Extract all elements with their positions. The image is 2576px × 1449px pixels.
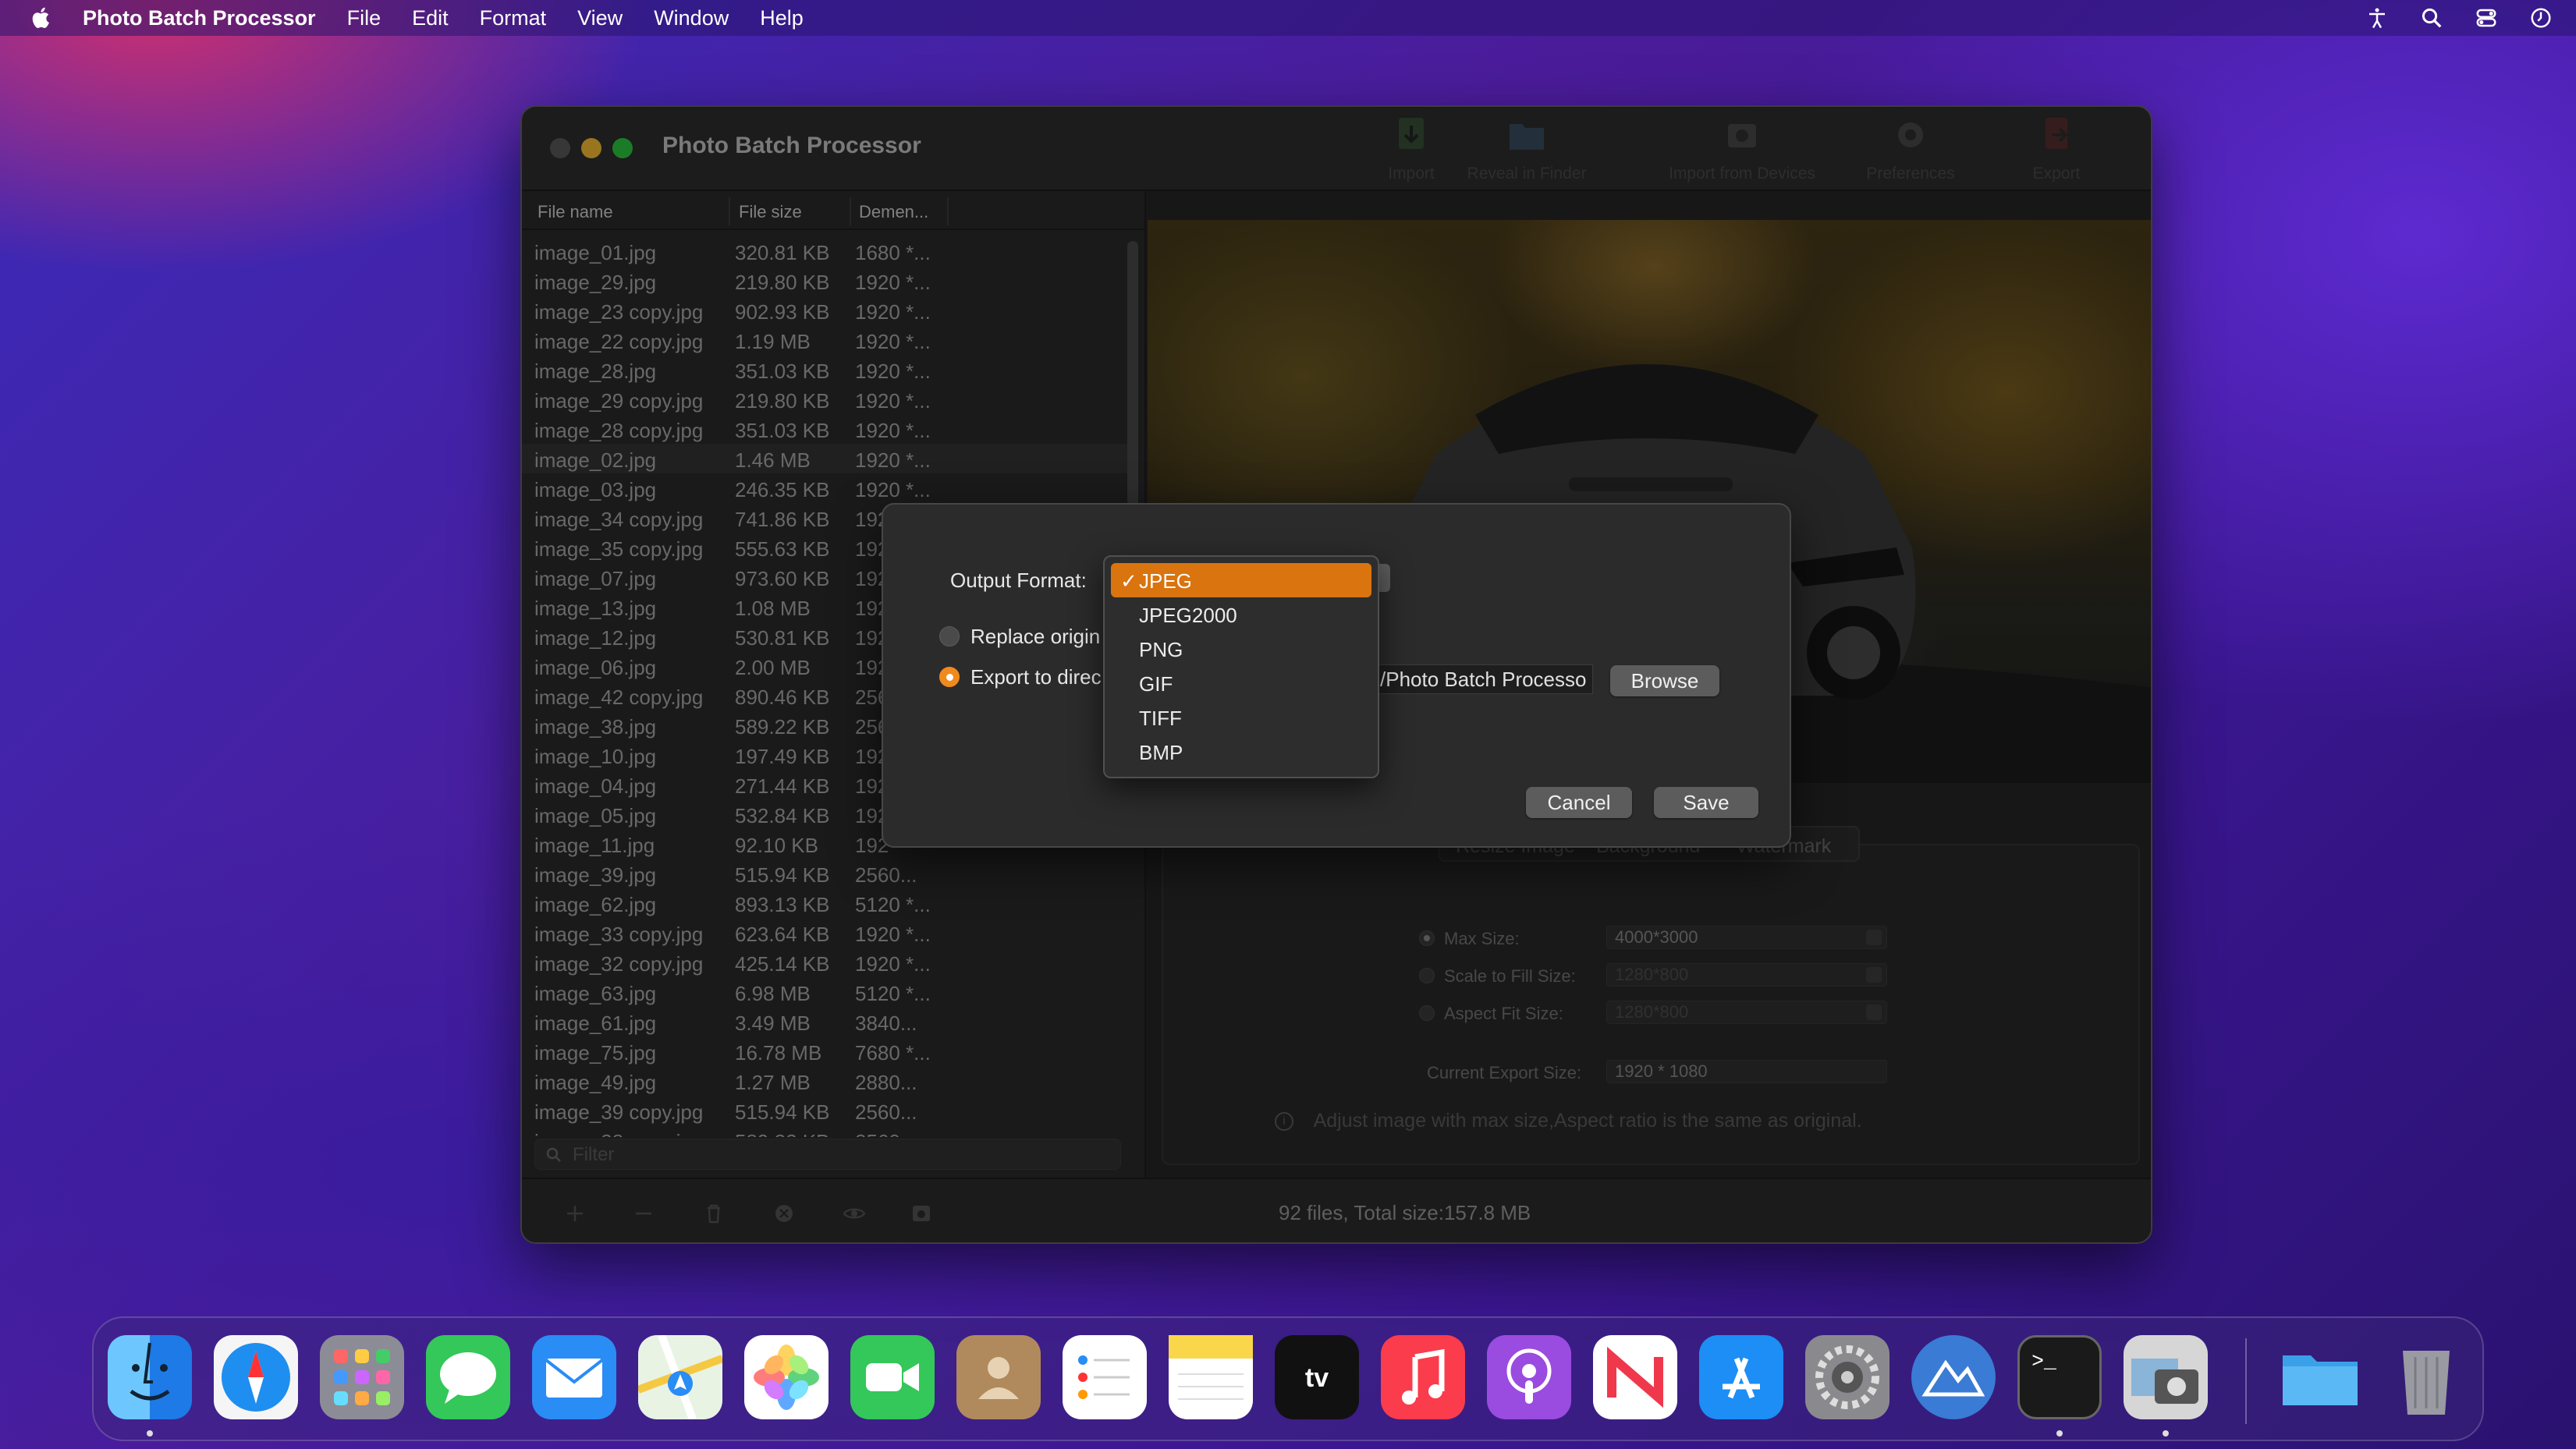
export-directory-radio[interactable] — [939, 667, 960, 687]
format-option-label: BMP — [1139, 741, 1183, 764]
dock-maps-icon[interactable] — [637, 1334, 724, 1421]
dock-podcasts-icon[interactable] — [1487, 1335, 1571, 1419]
format-option-label: PNG — [1139, 638, 1183, 661]
dock-running-indicator — [2163, 1430, 2169, 1437]
format-option-gif[interactable]: GIF — [1111, 666, 1371, 700]
svg-text:>_: >_ — [2031, 1350, 2056, 1373]
menu-edit[interactable]: Edit — [412, 6, 449, 30]
format-option-label: GIF — [1139, 672, 1173, 696]
dock-folder-icon[interactable] — [2278, 1335, 2362, 1419]
dock-music-icon[interactable] — [1381, 1335, 1465, 1419]
dock-news-icon[interactable] — [1593, 1335, 1677, 1419]
dock-tv-icon[interactable]: tv — [1275, 1335, 1359, 1419]
browse-button[interactable]: Browse — [1610, 665, 1719, 696]
export-path-field[interactable]: /Photo Batch Processo — [1376, 664, 1593, 694]
dock-running-indicator — [147, 1430, 153, 1437]
clock-icon[interactable] — [2529, 6, 2553, 30]
format-option-png[interactable]: PNG — [1111, 632, 1371, 666]
dock-finder-icon[interactable] — [108, 1335, 192, 1419]
cancel-button[interactable]: Cancel — [1526, 787, 1632, 818]
format-option-label: TIFF — [1139, 707, 1182, 730]
output-format-menu: ✓ JPEG JPEG2000 PNG GIF TIFF BMP — [1103, 555, 1379, 778]
menu-window[interactable]: Window — [654, 6, 729, 30]
save-button[interactable]: Save — [1654, 787, 1758, 818]
dock: tv >_ — [92, 1316, 2484, 1441]
format-option-label: JPEG2000 — [1139, 604, 1237, 627]
export-path-value: /Photo Batch Processo — [1380, 668, 1587, 691]
replace-original-radio[interactable] — [939, 626, 960, 647]
dock-image-capture-icon[interactable] — [2124, 1335, 2208, 1419]
dock-trash-icon[interactable] — [2384, 1335, 2468, 1419]
control-center-icon[interactable] — [2475, 6, 2498, 30]
format-option-label: JPEG — [1139, 569, 1192, 593]
accessibility-icon[interactable] — [2365, 6, 2389, 30]
search-icon[interactable] — [2420, 6, 2443, 30]
dock-system-preferences-icon[interactable] — [1805, 1335, 1889, 1419]
dock-notes-icon[interactable] — [1169, 1335, 1253, 1419]
dock-facetime-icon[interactable] — [850, 1335, 935, 1419]
apple-menu-icon[interactable] — [28, 5, 55, 31]
menu-app-name[interactable]: Photo Batch Processor — [83, 6, 316, 30]
dock-separator — [2245, 1338, 2247, 1424]
replace-original-label[interactable]: Replace origin — [970, 625, 1100, 649]
format-option-jpeg[interactable]: ✓ JPEG — [1111, 563, 1371, 597]
menu-format[interactable]: Format — [480, 6, 547, 30]
svg-text:tv: tv — [1305, 1363, 1329, 1393]
format-option-jpeg2000[interactable]: JPEG2000 — [1111, 597, 1371, 632]
dock-contacts-icon[interactable] — [956, 1335, 1041, 1419]
dock-photo-batch-processor-icon[interactable] — [1911, 1335, 1996, 1419]
menu-view[interactable]: View — [577, 6, 623, 30]
dock-terminal-icon[interactable]: >_ — [2017, 1335, 2102, 1419]
dock-mail-icon[interactable] — [532, 1335, 616, 1419]
dock-photos-icon[interactable] — [744, 1335, 829, 1419]
dock-launchpad-icon[interactable] — [320, 1335, 404, 1419]
output-format-label: Output Format: — [950, 569, 1087, 592]
dock-running-indicator — [2056, 1430, 2063, 1437]
dock-reminders-icon[interactable] — [1063, 1335, 1147, 1419]
menu-help[interactable]: Help — [760, 6, 804, 30]
checkmark-icon: ✓ — [1120, 569, 1137, 593]
format-option-tiff[interactable]: TIFF — [1111, 700, 1371, 735]
menu-bar: Photo Batch Processor File Edit Format V… — [0, 0, 2576, 36]
format-option-bmp[interactable]: BMP — [1111, 735, 1371, 769]
dock-safari-icon[interactable] — [214, 1335, 298, 1419]
export-directory-label[interactable]: Export to direc — [970, 665, 1102, 689]
dock-messages-icon[interactable] — [426, 1335, 510, 1419]
dock-app-store-icon[interactable] — [1699, 1335, 1783, 1419]
menu-file[interactable]: File — [347, 6, 381, 30]
